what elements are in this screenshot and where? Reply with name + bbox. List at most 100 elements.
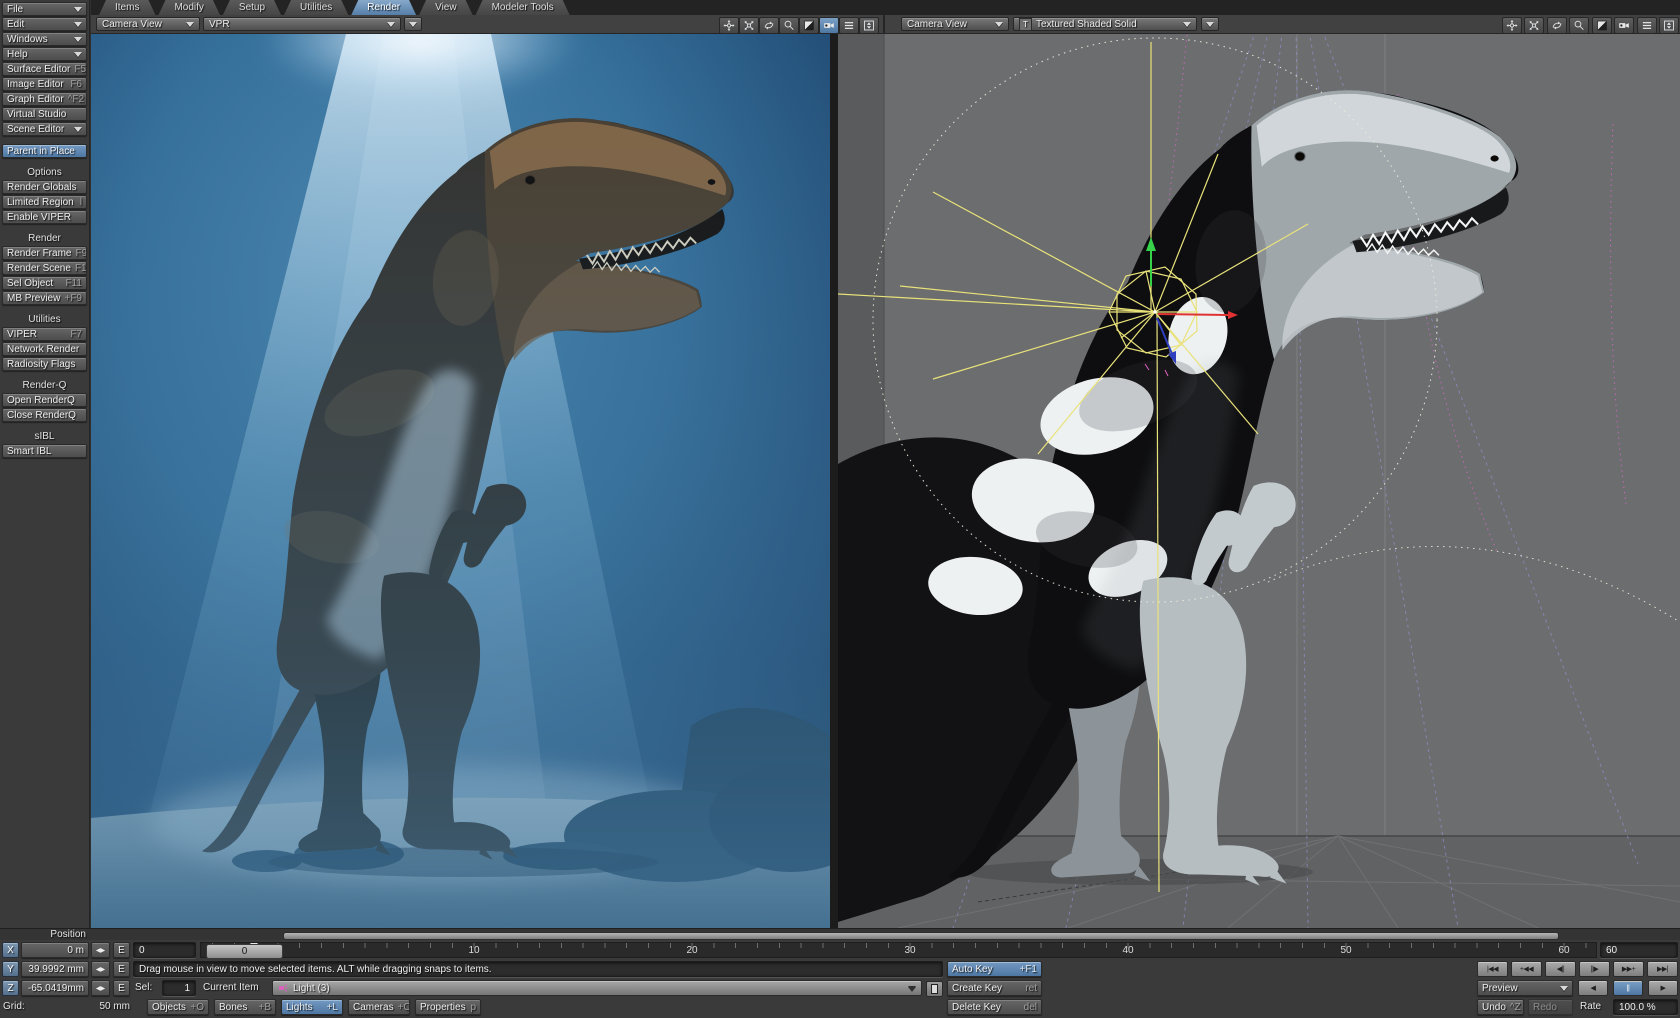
- radiosity-flags-button[interactable]: Radiosity Flags: [2, 357, 87, 371]
- auto-key-button[interactable]: Auto Key+F1: [947, 961, 1042, 977]
- rate-field[interactable]: 100.0 %: [1613, 999, 1678, 1015]
- viewport-divider[interactable]: [830, 34, 838, 928]
- left-viewport-options-dropdown[interactable]: [404, 17, 422, 31]
- menu-help[interactable]: Help: [2, 47, 87, 61]
- timeline-frame-slider[interactable]: 0: [206, 944, 283, 959]
- magnify-icon[interactable]: [779, 17, 799, 34]
- step-back-button[interactable]: ◀||: [1545, 961, 1576, 977]
- current-frame-field[interactable]: 0: [133, 942, 196, 958]
- redo-button[interactable]: Redo: [1528, 999, 1573, 1015]
- y-nudge-arrows[interactable]: ◀▶: [91, 961, 110, 977]
- camera-icon[interactable]: [819, 17, 839, 34]
- parent-in-place-button[interactable]: Parent in Place: [2, 144, 87, 158]
- bones-mode-button[interactable]: Bones+B: [214, 999, 276, 1015]
- move-icon[interactable]: [1502, 17, 1522, 34]
- y-envelope-button[interactable]: E: [113, 961, 130, 977]
- menu-edit[interactable]: Edit: [2, 17, 87, 31]
- play-reverse-button[interactable]: ◀: [1578, 980, 1608, 996]
- delete-key-button[interactable]: Delete Keydel: [947, 999, 1042, 1015]
- open-renderq-button[interactable]: Open RenderQ: [2, 393, 87, 407]
- magnify-icon[interactable]: [1569, 17, 1589, 34]
- x-nudge-arrows[interactable]: ◀▶: [91, 942, 110, 958]
- timeline-scrollbar[interactable]: [283, 932, 1559, 940]
- image-editor-button[interactable]: Image EditorF6: [2, 77, 87, 91]
- cameras-mode-button[interactable]: Cameras+C: [348, 999, 410, 1015]
- scene-editor-button[interactable]: Scene Editor: [2, 122, 87, 136]
- timeline-ruler[interactable]: 10 20 30 40 50 60 0: [200, 942, 1597, 958]
- render-scene-button[interactable]: Render SceneF10: [2, 261, 87, 275]
- y-value-field[interactable]: 39.9992 mm: [21, 961, 89, 977]
- close-renderq-button[interactable]: Close RenderQ: [2, 408, 87, 422]
- rotate-icon[interactable]: [739, 17, 759, 34]
- mb-preview-button[interactable]: MB Preview+F9: [2, 291, 87, 305]
- left-render-mode-dropdown[interactable]: VPR: [203, 17, 401, 31]
- go-last-button[interactable]: ▶▶|: [1647, 961, 1678, 977]
- panes-icon[interactable]: [859, 17, 879, 34]
- orbit-icon[interactable]: [1547, 17, 1567, 34]
- chevron-down-icon: [74, 22, 82, 27]
- tab-render[interactable]: Render: [351, 0, 416, 15]
- maximize-icon[interactable]: [1592, 17, 1612, 34]
- rotate-icon[interactable]: [1524, 17, 1544, 34]
- pause-button[interactable]: ||: [1613, 980, 1643, 996]
- tab-modeler-tools[interactable]: Modeler Tools: [476, 0, 570, 15]
- tab-items[interactable]: Items: [99, 0, 155, 15]
- objects-mode-button[interactable]: Objects+O: [147, 999, 209, 1015]
- menu-file[interactable]: File: [2, 2, 87, 16]
- y-axis-button[interactable]: Y: [2, 961, 19, 977]
- section-title-renderq: Render-Q: [0, 380, 89, 392]
- next-key-button[interactable]: ▶▶+: [1613, 961, 1644, 977]
- play-button[interactable]: ▶: [1648, 980, 1678, 996]
- virtual-studio-button[interactable]: Virtual Studio: [2, 107, 87, 121]
- maximize-icon[interactable]: [799, 17, 819, 34]
- properties-button[interactable]: Propertiesp: [415, 999, 481, 1015]
- menu-windows[interactable]: Windows: [2, 32, 87, 46]
- camera-icon[interactable]: [1614, 17, 1634, 34]
- create-key-button[interactable]: Create Keyret: [947, 980, 1042, 996]
- right-viewport-options-dropdown[interactable]: [1201, 17, 1219, 31]
- z-nudge-arrows[interactable]: ◀▶: [91, 980, 110, 996]
- z-axis-button[interactable]: Z: [2, 980, 19, 996]
- sel-object-button[interactable]: Sel ObjectF11: [2, 276, 87, 290]
- orbit-icon[interactable]: [759, 17, 779, 34]
- move-icon[interactable]: [719, 17, 739, 34]
- left-view-type-dropdown[interactable]: Camera View: [96, 17, 200, 31]
- limited-region-button[interactable]: Limited Regionl: [2, 195, 87, 209]
- bottom-control-panel: X 0 m ◀▶ E 0 10 20 30 40 50 60 0 60 Y 39…: [0, 940, 1680, 1018]
- graph-editor-button[interactable]: Graph Editor^F2: [2, 92, 87, 106]
- undo-button[interactable]: Undo^Z: [1477, 999, 1524, 1015]
- step-forward-button[interactable]: ||▶: [1579, 961, 1610, 977]
- current-item-dropdown[interactable]: Light (3): [272, 980, 922, 996]
- smart-ibl-button[interactable]: Smart IBL: [2, 444, 87, 458]
- panes-icon[interactable]: [1659, 17, 1679, 34]
- vpr-render-viewport[interactable]: [91, 34, 830, 928]
- shaded-scene-viewport[interactable]: [838, 34, 1680, 928]
- enable-viper-button[interactable]: Enable VIPER: [2, 210, 87, 224]
- x-value-field[interactable]: 0 m: [21, 942, 89, 958]
- network-render-button[interactable]: Network Render: [2, 342, 87, 356]
- x-axis-button[interactable]: X: [2, 942, 19, 958]
- prev-key-button[interactable]: +◀◀: [1511, 961, 1542, 977]
- menu-icon[interactable]: [839, 17, 859, 34]
- tab-setup[interactable]: Setup: [223, 0, 281, 15]
- chevron-down-icon: [74, 7, 82, 12]
- tab-utilities[interactable]: Utilities: [284, 0, 348, 15]
- menu-icon[interactable]: [1637, 17, 1657, 34]
- go-first-button[interactable]: |◀◀: [1477, 961, 1508, 977]
- end-frame-field[interactable]: 60: [1600, 942, 1678, 958]
- right-view-type-dropdown[interactable]: Camera View: [901, 17, 1009, 31]
- item-list-button[interactable]: [926, 981, 943, 997]
- surface-editor-button[interactable]: Surface EditorF5: [2, 62, 87, 76]
- tab-modify[interactable]: Modify: [158, 0, 219, 15]
- render-globals-button[interactable]: Render Globals: [2, 180, 87, 194]
- tab-view[interactable]: View: [419, 0, 473, 15]
- status-message: Drag mouse in view to move selected item…: [133, 961, 943, 977]
- x-envelope-button[interactable]: E: [113, 942, 130, 958]
- preview-dropdown[interactable]: Preview: [1477, 980, 1573, 996]
- viper-button[interactable]: VIPERF7: [2, 327, 87, 341]
- lights-mode-button[interactable]: Lights+L: [281, 999, 343, 1015]
- z-envelope-button[interactable]: E: [113, 980, 130, 996]
- render-frame-button[interactable]: Render FrameF9: [2, 246, 87, 260]
- z-value-field[interactable]: -65.0419mm: [21, 980, 89, 996]
- right-render-mode-dropdown[interactable]: TTextured Shaded Solid: [1013, 17, 1197, 31]
